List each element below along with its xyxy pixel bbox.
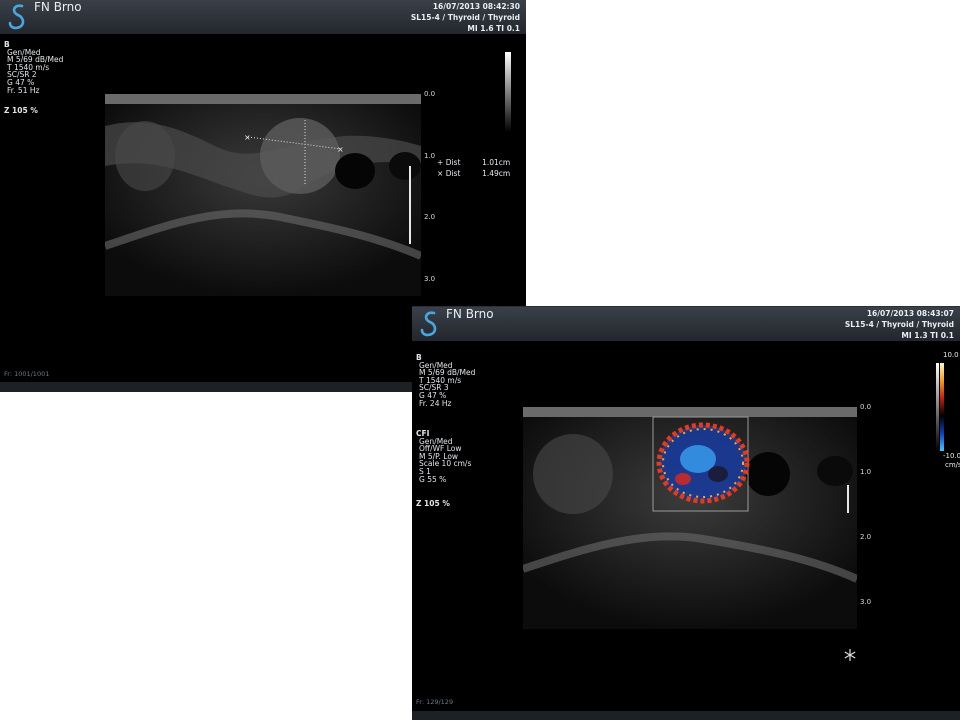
depth-label: 0.0: [424, 90, 436, 98]
color-scale-min: -10.0: [943, 452, 960, 460]
depth-label: 0.0: [860, 403, 872, 411]
grayscale-bar: [936, 363, 939, 451]
x-icon: ×: [437, 169, 444, 178]
datetime: 16/07/2013 08:42:30: [432, 2, 520, 11]
svg-text:×: ×: [337, 145, 344, 154]
site-name: FN Brno: [446, 307, 494, 321]
header-bar: FN Brno 16/07/2013 08:43:07 SL15-4 / Thy…: [412, 307, 960, 341]
b-mode-params: B Gen/Med M 5/69 dB/Med T 1540 m/s SC/SR…: [416, 354, 475, 407]
b-mode-params: B Gen/Med M 5/69 dB/Med T 1540 m/s SC/SR…: [4, 41, 63, 94]
cross-icon: +: [437, 158, 444, 167]
site-name: FN Brno: [34, 0, 82, 14]
header-info: 16/07/2013 08:43:07 SL15-4 / Thyroid / T…: [845, 308, 954, 341]
depth-label: 1.0: [860, 468, 872, 476]
frame-counter: Fr: 129/129: [416, 698, 454, 706]
mi-ti: MI 1.6 TI 0.1: [467, 24, 520, 33]
focus-marker: [409, 166, 411, 244]
datetime: 16/07/2013 08:43:07: [866, 309, 954, 318]
zoom-readout: Z 105 %: [4, 106, 38, 115]
depth-label: 2.0: [424, 213, 436, 221]
header-info: 16/07/2013 08:42:30 SL15-4 / Thyroid / T…: [411, 1, 520, 34]
depth-label: 3.0: [424, 275, 436, 283]
header-bar: FN Brno 16/07/2013 08:42:30 SL15-4 / Thy…: [0, 0, 526, 34]
depth-label: 2.0: [860, 533, 872, 541]
probe-preset: SL15-4 / Thyroid / Thyroid: [844, 320, 954, 329]
measurement-row: + Dist 1.01cm: [437, 157, 510, 168]
measurement-value: 1.49cm: [482, 169, 511, 178]
probe-preset: SL15-4 / Thyroid / Thyroid: [410, 13, 520, 22]
logo-icon: [8, 4, 25, 30]
logo-icon: [420, 311, 437, 337]
depth-label: 1.0: [424, 152, 436, 160]
ultrasound-image: × ×: [105, 94, 421, 296]
color-velocity-bar: [940, 363, 944, 451]
focus-marker: [847, 485, 849, 513]
svg-text:×: ×: [244, 133, 251, 142]
footer-bar: [412, 711, 960, 720]
measurement-label: Dist: [445, 169, 461, 178]
ultrasound-panel-2: FN Brno 16/07/2013 08:43:07 SL15-4 / Thy…: [412, 306, 960, 720]
cfi-params: CFI Gen/Med Off/WF Low M 5/P. Low Scale …: [416, 430, 471, 483]
color-scale-unit: cm/s: [945, 461, 960, 469]
measurement-value: 1.01cm: [482, 158, 511, 167]
measurement-results: + Dist 1.01cm × Dist 1.49cm: [437, 157, 510, 179]
grayscale-bar: [505, 52, 511, 132]
param-line: Fr. 51 Hz: [7, 85, 40, 95]
zoom-readout: Z 105 %: [416, 499, 450, 508]
snowflake-icon: [844, 649, 856, 661]
depth-label: 3.0: [860, 598, 872, 606]
ultrasound-image: [523, 407, 857, 629]
mi-ti: MI 1.3 TI 0.1: [901, 331, 954, 340]
measurement-label: Dist: [445, 158, 461, 167]
param-line: Fr. 24 Hz: [419, 398, 452, 408]
frame-counter: Fr: 1001/1001: [4, 370, 50, 378]
color-scale-max: 10.0: [943, 351, 959, 359]
measurement-row: × Dist 1.49cm: [437, 168, 510, 179]
param-line: G 55 %: [419, 474, 447, 484]
